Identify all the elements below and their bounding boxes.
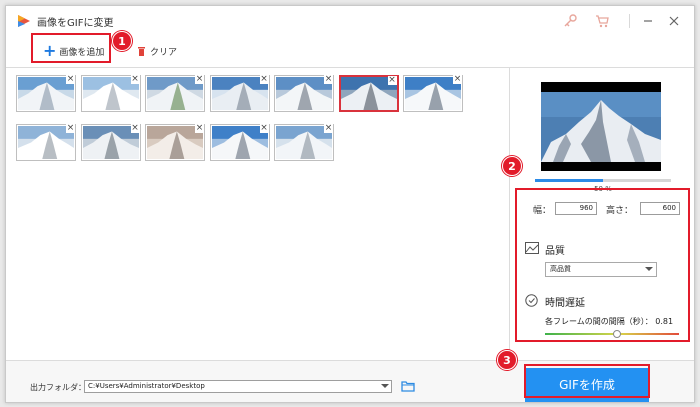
delay-title: 時間遅延	[545, 298, 585, 309]
chevron-down-icon	[645, 267, 653, 271]
add-image-label: 画像を追加	[59, 47, 105, 58]
image-thumbnail[interactable]: ×	[80, 124, 141, 161]
remove-thumbnail-icon[interactable]: ×	[259, 75, 269, 84]
add-image-button[interactable]: + 画像を追加	[35, 39, 109, 63]
bottom-bar: 出力フォルダ： C:¥Users¥Administrator¥Desktop G…	[6, 360, 694, 402]
title-bar: 画像をGIFに変更	[6, 6, 694, 36]
clear-label: クリア	[150, 47, 178, 58]
cart-icon[interactable]	[594, 13, 610, 29]
quality-title: 品質	[545, 246, 565, 257]
remove-thumbnail-icon[interactable]: ×	[324, 75, 333, 84]
folder-icon[interactable]	[401, 380, 415, 392]
image-thumbnail[interactable]: ×	[16, 124, 76, 161]
output-folder-path: C:¥Users¥Administrator¥Desktop	[88, 382, 205, 390]
quality-icon	[525, 242, 539, 254]
height-input[interactable]: 600	[640, 202, 680, 215]
remove-thumbnail-icon[interactable]: ×	[195, 75, 204, 84]
height-label: 高さ：	[606, 206, 634, 216]
output-folder-input[interactable]: C:¥Users¥Administrator¥Desktop	[84, 380, 392, 393]
settings-panel: 50 % 幅： 960 高さ： 600 品質 高品質 時間遅延 各フレームの間の…	[509, 68, 694, 360]
callout-badge-1: 1	[112, 31, 132, 51]
width-input[interactable]: 960	[555, 202, 597, 215]
titlebar-separator	[629, 14, 630, 28]
close-icon[interactable]	[665, 12, 683, 30]
image-thumbnail[interactable]: ×	[209, 124, 270, 161]
create-gif-button[interactable]: GIFを作成	[525, 368, 649, 402]
quality-select[interactable]: 高品質	[545, 262, 657, 277]
toolbar: + 画像を追加 クリア	[6, 36, 694, 68]
delay-slider-knob[interactable]	[613, 330, 622, 338]
key-icon[interactable]	[562, 13, 578, 29]
window-title: 画像をGIFに変更	[37, 18, 114, 29]
remove-thumbnail-icon[interactable]: ×	[324, 124, 333, 133]
chevron-down-icon[interactable]	[381, 384, 389, 388]
minimize-icon[interactable]	[639, 12, 657, 30]
image-thumbnail[interactable]: ×	[274, 75, 334, 112]
image-grid: × × × × × × × × × × × ×	[16, 69, 508, 359]
callout-badge-2: 2	[502, 156, 522, 176]
remove-thumbnail-icon[interactable]: ×	[453, 75, 462, 84]
output-folder-label: 出力フォルダ：	[30, 383, 86, 392]
width-label: 幅：	[533, 206, 552, 216]
clear-button[interactable]: クリア	[137, 39, 177, 63]
quality-select-value: 高品質	[550, 265, 571, 273]
image-thumbnail[interactable]: ×	[16, 75, 76, 112]
progress-label: 50 %	[594, 185, 612, 193]
app-logo-icon	[18, 15, 30, 27]
preview-progress-bar	[535, 179, 671, 182]
remove-thumbnail-icon[interactable]: ×	[387, 76, 397, 85]
remove-thumbnail-icon[interactable]: ×	[130, 124, 140, 133]
clock-icon	[525, 294, 538, 307]
image-thumbnail[interactable]: ×	[209, 75, 270, 112]
remove-thumbnail-icon[interactable]: ×	[66, 75, 75, 84]
preview-image	[541, 82, 661, 171]
delay-slider[interactable]	[545, 330, 679, 338]
trash-icon	[138, 47, 145, 56]
image-thumbnail[interactable]: ×	[145, 124, 205, 161]
app-window: 画像をGIFに変更 + 画像を追加 クリア 1 × × × × × × × × …	[5, 5, 695, 403]
remove-thumbnail-icon[interactable]: ×	[66, 124, 75, 133]
image-thumbnail[interactable]: ×	[338, 75, 399, 112]
remove-thumbnail-icon[interactable]: ×	[130, 75, 140, 84]
image-thumbnail[interactable]: ×	[274, 124, 334, 161]
remove-thumbnail-icon[interactable]: ×	[259, 124, 269, 133]
image-thumbnail[interactable]: ×	[80, 75, 141, 112]
callout-badge-3: 3	[497, 350, 517, 370]
plus-icon: +	[43, 41, 57, 60]
remove-thumbnail-icon[interactable]: ×	[195, 124, 204, 133]
image-thumbnail[interactable]: ×	[145, 75, 205, 112]
image-thumbnail[interactable]: ×	[403, 75, 463, 112]
delay-label: 各フレームの間の間隔（秒）： 0.81	[545, 317, 674, 326]
